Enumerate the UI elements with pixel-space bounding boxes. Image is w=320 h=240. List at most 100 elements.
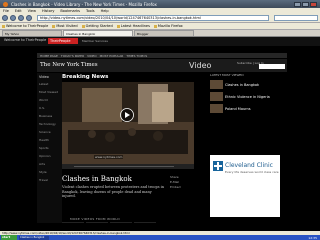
bookmark-item[interactable]: Latest Headlines xyxy=(116,24,150,28)
video-thumbnail[interactable] xyxy=(110,222,132,223)
video-thumbnail[interactable] xyxy=(86,222,108,223)
right-column: LATEST MOST VIEWED Clashes in Bangkok Et… xyxy=(210,73,280,217)
video-thumbnail[interactable] xyxy=(62,222,84,223)
bookmark-item[interactable]: Welcome to TheirPeople xyxy=(2,24,48,28)
bookmark-icon xyxy=(52,24,56,28)
browser-search-input[interactable] xyxy=(274,15,318,21)
play-icon[interactable] xyxy=(120,108,134,122)
maximize-button[interactable] xyxy=(302,1,309,7)
window-titlebar: Clashes in Bangkok - Video Library - The… xyxy=(0,0,320,8)
forward-button[interactable] xyxy=(10,15,16,21)
sidebar-item[interactable]: Opinion xyxy=(39,154,60,158)
list-item-label: Clashes in Bangkok xyxy=(225,82,260,87)
tab-blogger[interactable]: Blogger xyxy=(134,30,194,36)
menu-edit[interactable]: Edit xyxy=(15,9,22,13)
nav-times-topics[interactable]: TIMES TOPICS xyxy=(126,54,147,58)
bookmark-icon xyxy=(81,24,85,28)
window-title: Clashes in Bangkok - Video Library - The… xyxy=(11,1,157,7)
video-search-input[interactable] xyxy=(259,64,285,69)
sidebar-item[interactable]: Latest xyxy=(39,82,60,86)
menu-view[interactable]: View xyxy=(28,9,36,13)
nav-todays-paper[interactable]: TODAY'S PAPER xyxy=(61,54,84,58)
sidebar-item[interactable]: Science xyxy=(39,130,60,134)
thumbnail-image xyxy=(210,104,223,113)
bookmark-item[interactable]: Getting Started xyxy=(81,24,113,28)
sidebar-item[interactable]: U.S. xyxy=(39,106,60,110)
taskbar-item[interactable]: Clashes in Bangkok xyxy=(19,235,49,240)
sidebar-heading: Video xyxy=(39,75,49,79)
video-player[interactable]: www.nytimes.com xyxy=(62,82,194,164)
list-item-label: Ethnic Violence in Nigeria xyxy=(225,94,270,99)
theirpeople-toolbar: Welcome to TheirPeople TheirPeople Membe… xyxy=(0,37,320,46)
start-button[interactable]: start xyxy=(1,235,17,240)
menu-bookmarks[interactable]: Bookmarks xyxy=(60,9,80,13)
sidebar-item[interactable]: World xyxy=(39,98,60,102)
share-links: Share E-Mail Embed xyxy=(170,175,200,190)
video-frame xyxy=(62,82,194,164)
list-item[interactable]: Poland Mourns xyxy=(210,104,280,113)
nyt-masthead[interactable]: The New York Times xyxy=(40,62,98,68)
nav-most-popular[interactable]: MOST POPULAR xyxy=(100,54,124,58)
menu-file[interactable]: File xyxy=(3,9,9,13)
list-item-label: Poland Mourns xyxy=(225,106,251,111)
nav-video[interactable]: VIDEO xyxy=(87,54,97,58)
thumbnail-image xyxy=(210,92,223,101)
ad-brand: Cleveland Clinic xyxy=(225,162,273,169)
theirpeople-logo[interactable]: TheirPeople xyxy=(48,38,78,44)
right-tabs[interactable]: LATEST MOST VIEWED xyxy=(210,73,280,77)
navigation-toolbar: http://video.nytimes.com/video/2010/04/1… xyxy=(0,14,320,23)
sidebar-item[interactable]: Style xyxy=(39,170,60,174)
progress-track[interactable] xyxy=(74,166,174,167)
advertisement[interactable]: Cleveland Clinic Every life deserves wor… xyxy=(210,155,280,217)
embed-link[interactable]: Embed xyxy=(170,185,200,190)
cross-icon xyxy=(213,161,223,171)
menu-history[interactable]: History xyxy=(42,9,54,13)
list-item[interactable]: Clashes in Bangkok xyxy=(210,80,280,89)
page-content: Welcome to TheirPeople TheirPeople Membe… xyxy=(0,37,320,231)
clock: 12:35 xyxy=(308,235,317,240)
bookmark-item[interactable]: Most Visited xyxy=(52,24,78,28)
taskbar: start Clashes in Bangkok 12:35 xyxy=(0,235,320,240)
address-bar[interactable]: http://video.nytimes.com/video/2010/04/1… xyxy=(37,15,269,21)
reload-button[interactable] xyxy=(18,15,24,21)
player-controls[interactable] xyxy=(62,164,194,169)
ad-tagline: Every life deserves world class care xyxy=(225,170,279,174)
site-header: The New York Times Video Subscribe | Log… xyxy=(37,59,287,72)
bookmark-icon xyxy=(116,24,120,28)
sidebar-item[interactable]: Travel xyxy=(39,178,60,182)
minimize-button[interactable] xyxy=(294,1,301,7)
video-sidebar: Video Latest Most Viewed World U.S. Busi… xyxy=(37,73,62,223)
section-title: Video xyxy=(189,61,212,70)
sidebar-item[interactable]: Most Viewed xyxy=(39,90,60,94)
bookmark-item[interactable]: Mozilla Firefox xyxy=(153,24,183,28)
video-description: Violent clashes erupted between proteste… xyxy=(62,185,165,198)
window-controls xyxy=(294,1,317,7)
welcome-text: Welcome to TheirPeople xyxy=(4,38,47,42)
video-watermark: www.nytimes.com xyxy=(94,155,124,159)
video-thumbnail[interactable] xyxy=(134,222,156,223)
menu-help[interactable]: Help xyxy=(101,9,109,13)
sidebar-item[interactable]: Business xyxy=(39,114,60,118)
nav-home-page[interactable]: HOME PAGE xyxy=(40,54,58,58)
bookmark-icon xyxy=(2,24,5,28)
list-item[interactable]: Ethnic Violence in Nigeria xyxy=(210,92,280,101)
more-videos-strip xyxy=(62,222,156,223)
more-videos-label: MORE VIDEOS FROM WORLD xyxy=(70,217,120,221)
home-button[interactable] xyxy=(26,15,32,21)
tab-my-yahoo[interactable]: My Yahoo xyxy=(2,30,62,36)
back-button[interactable] xyxy=(2,15,8,21)
bookmark-icon xyxy=(153,24,157,28)
tab-strip: My Yahoo Clashes in Bangkok Blogger xyxy=(0,30,320,37)
close-button[interactable] xyxy=(310,1,317,7)
bookmarks-toolbar: Welcome to TheirPeople Most Visited Gett… xyxy=(0,23,320,30)
firefox-icon xyxy=(3,1,8,7)
sidebar-item[interactable]: Arts xyxy=(39,162,60,166)
thumbnail-image xyxy=(210,80,223,89)
site-nav: HOME PAGE TODAY'S PAPER VIDEO MOST POPUL… xyxy=(37,53,287,58)
sidebar-item[interactable]: Health xyxy=(39,138,60,142)
tab-clashes-in-bangkok[interactable]: Clashes in Bangkok xyxy=(63,30,133,36)
sidebar-item[interactable]: Sports xyxy=(39,146,60,150)
menu-tools[interactable]: Tools xyxy=(86,9,95,13)
sidebar-item[interactable]: Technology xyxy=(39,122,60,126)
member-services-link[interactable]: Member Services xyxy=(82,39,108,43)
